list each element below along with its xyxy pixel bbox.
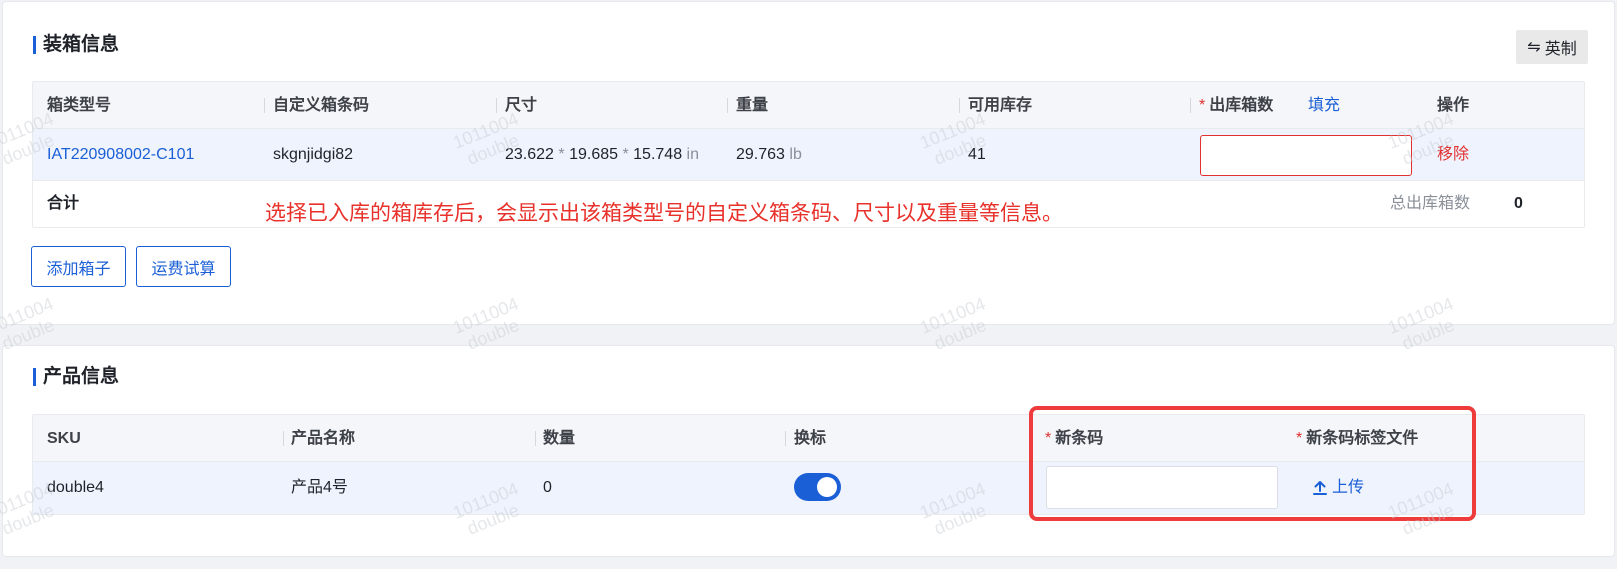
fill-link[interactable]: 填充 — [1308, 82, 1340, 129]
col-qty: 数量 — [543, 430, 576, 447]
box-info-card: 装箱信息 ⇋ 英制 箱类型号 自定义箱条码 尺寸 重量 可用库存 * 出库箱数 填… — [2, 1, 1615, 325]
product-info-title: 产品信息 — [33, 366, 119, 388]
size-value: 23.622 * 19.685 * 15.748 in — [505, 129, 699, 181]
fill-link-label[interactable]: 填充 — [1308, 97, 1340, 114]
dim-height: 15.748 — [633, 146, 683, 163]
col-out-qty-label: 出库箱数 — [1209, 97, 1274, 114]
weight-value: 29.763 lb — [736, 129, 802, 181]
col-action: 操作 — [1437, 97, 1470, 114]
col-sku: SKU — [47, 430, 81, 447]
upload-icon — [1313, 481, 1327, 495]
stock-value: 41 — [968, 146, 986, 163]
col-box-type: 箱类型号 — [47, 97, 112, 114]
col-divider — [727, 98, 728, 113]
col-new-code-label: 新条码 — [1055, 430, 1104, 447]
out-qty-input[interactable] — [1200, 135, 1412, 176]
col-divider — [264, 98, 265, 113]
box-info-title: 装箱信息 — [33, 34, 119, 56]
product-info-card: 产品信息 SKU 产品名称 数量 换标 * 新条码 * 新条码标签文件 double… — [2, 345, 1615, 557]
freight-estimate-button[interactable]: 运费试算 — [136, 246, 231, 287]
sum-row: 合计 选择已入库的箱库存后，会显示出该箱类型号的自定义箱条码、尺寸以及重量等信息… — [33, 181, 1584, 227]
required-mark: * — [1296, 430, 1303, 447]
qty-value: 0 — [543, 479, 552, 496]
total-out-value: 0 — [1514, 195, 1523, 212]
box-table-header: 箱类型号 自定义箱条码 尺寸 重量 可用库存 * 出库箱数 填充 操作 — [33, 82, 1584, 129]
col-divider — [959, 98, 960, 113]
weight-number: 29.763 — [736, 146, 785, 163]
times-sign: * — [558, 146, 565, 163]
imperial-button-label: 英制 — [1544, 41, 1577, 58]
total-out-label: 总出库箱数 — [1390, 195, 1471, 212]
box-table: 箱类型号 自定义箱条码 尺寸 重量 可用库存 * 出库箱数 填充 操作 IAT22… — [32, 81, 1585, 228]
product-name-value: 产品4号 — [291, 479, 348, 496]
imperial-button[interactable]: ⇋ 英制 — [1516, 30, 1588, 64]
weight-unit: lb — [789, 146, 802, 163]
col-divider — [535, 431, 536, 446]
required-mark: * — [1045, 430, 1052, 447]
box-type-value[interactable]: IAT220908002-C101 — [47, 146, 194, 163]
col-divider — [1190, 98, 1191, 113]
swap-arrows-icon: ⇋ — [1527, 39, 1541, 56]
sku-value: double4 — [47, 479, 104, 496]
relabel-toggle[interactable] — [794, 473, 841, 501]
box-type-link[interactable]: IAT220908002-C101 — [47, 129, 194, 181]
col-out-qty: * 出库箱数 — [1199, 82, 1273, 129]
times-sign: * — [622, 146, 629, 163]
col-new-code: * 新条码 — [1045, 415, 1103, 462]
col-divider — [283, 431, 284, 446]
col-divider — [785, 431, 786, 446]
col-product-name: 产品名称 — [291, 430, 356, 447]
col-custom-code: 自定义箱条码 — [273, 97, 370, 114]
dim-width: 19.685 — [569, 146, 619, 163]
table-row: double4 产品4号 0 上传 — [33, 462, 1584, 514]
custom-code-value: skgnjidgi82 — [273, 146, 354, 163]
sum-label: 合计 — [47, 195, 80, 212]
upload-button[interactable]: 上传 — [1312, 462, 1364, 514]
col-size: 尺寸 — [505, 97, 538, 114]
table-row: IAT220908002-C101 skgnjidgi82 23.622 * 1… — [33, 129, 1584, 181]
add-box-button[interactable]: 添加箱子 — [31, 246, 126, 287]
new-code-input[interactable] — [1046, 466, 1278, 509]
col-label-file: * 新条码标签文件 — [1296, 415, 1418, 462]
col-relabel: 换标 — [794, 430, 827, 447]
upload-label[interactable]: 上传 — [1332, 462, 1364, 514]
annotation-note: 选择已入库的箱库存后，会显示出该箱类型号的自定义箱条码、尺寸以及重量等信息。 — [265, 202, 1063, 225]
remove-label[interactable]: 移除 — [1437, 146, 1469, 163]
col-divider — [496, 98, 497, 113]
size-unit: in — [686, 146, 699, 163]
required-mark: * — [1199, 97, 1206, 114]
product-table-header: SKU 产品名称 数量 换标 * 新条码 * 新条码标签文件 — [33, 415, 1584, 462]
col-label-file-label: 新条码标签文件 — [1306, 430, 1419, 447]
col-stock: 可用库存 — [968, 97, 1033, 114]
dim-length: 23.622 — [505, 146, 554, 163]
remove-link[interactable]: 移除 — [1437, 129, 1469, 181]
col-weight: 重量 — [736, 97, 769, 114]
product-table: SKU 产品名称 数量 换标 * 新条码 * 新条码标签文件 double4 产品4… — [32, 414, 1585, 515]
